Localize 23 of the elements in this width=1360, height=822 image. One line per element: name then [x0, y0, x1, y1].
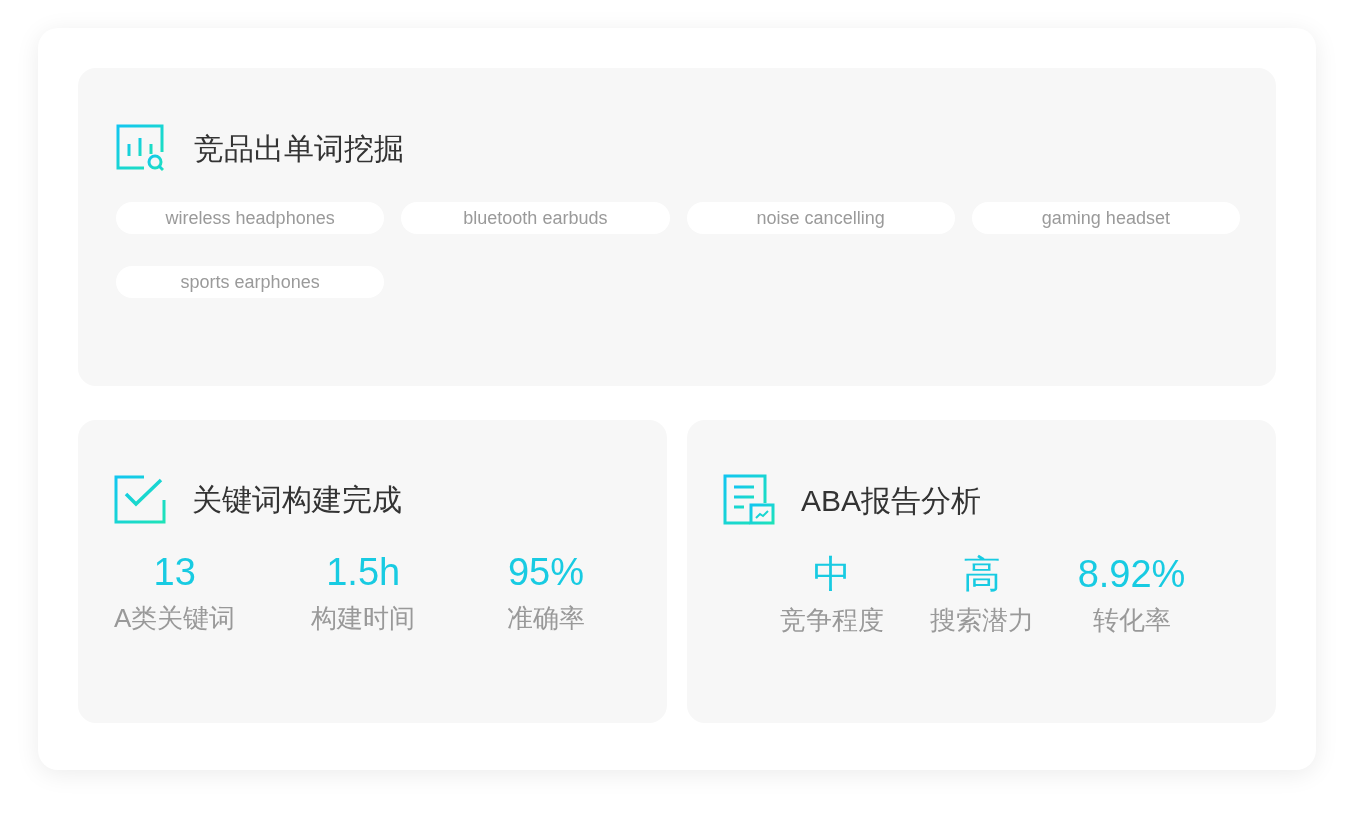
keyword-tag: bluetooth earbuds — [401, 202, 670, 234]
stat-value: 中 — [812, 552, 851, 597]
stat-value: 13 — [153, 550, 196, 595]
keyword-tag: noise cancelling — [686, 202, 955, 234]
stat-value: 8.92% — [1077, 552, 1186, 597]
stat-value: 1.5h — [326, 550, 401, 595]
panel-title: 关键词构建完成 — [192, 481, 402, 518]
stat-label: 搜索潜力 — [929, 604, 1034, 637]
keyword-tag: gaming headset — [971, 202, 1240, 234]
stat-label: 转化率 — [1092, 604, 1171, 637]
stat-label: 构建时间 — [311, 602, 416, 635]
chart-search-icon — [116, 124, 164, 172]
panel-title: 竞品出单词挖掘 — [194, 130, 404, 167]
stat-label: 竞争程度 — [779, 604, 884, 637]
report-chart-icon — [723, 474, 775, 526]
stat-value: 高 — [962, 552, 1001, 597]
checkbox-check-icon — [114, 474, 166, 524]
stat-label: A类关键词 — [114, 602, 236, 635]
stat-label: 准确率 — [507, 602, 585, 635]
keyword-tag: wireless headphones — [116, 202, 385, 234]
stat-value: 95% — [507, 550, 585, 595]
panel-title: ABA报告分析 — [801, 482, 982, 519]
keyword-tag: sports earphones — [116, 266, 385, 298]
